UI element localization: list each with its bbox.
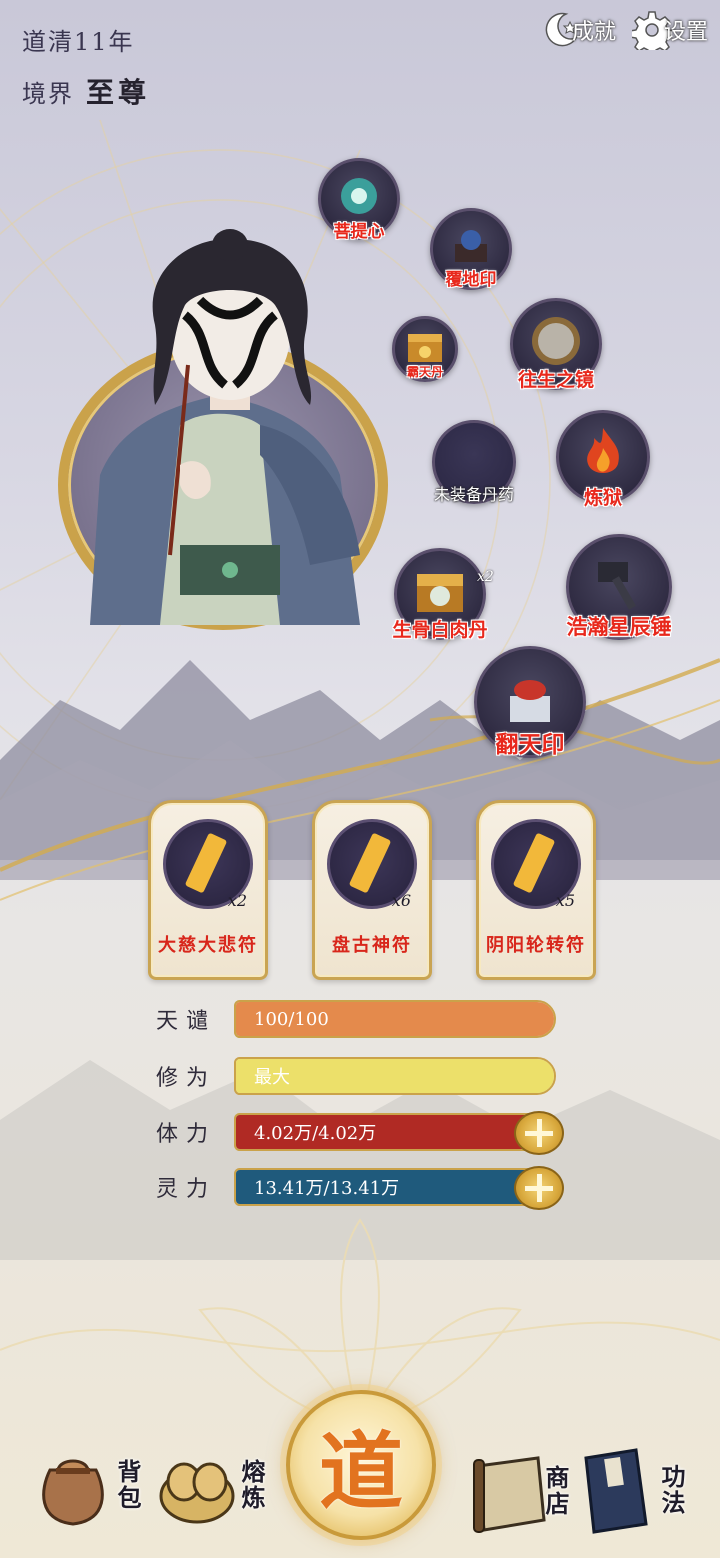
equip-label: 霸天丹 [406, 365, 444, 379]
dao-glyph: 道 [318, 1421, 403, 1521]
stat-tianqian: 天谴 100/100 [156, 1000, 556, 1038]
equip-label: 覆地印 [445, 270, 497, 290]
stat-bar: 13.41万/13.41万 [234, 1166, 564, 1210]
achievements-label: 成就 [572, 20, 617, 45]
equip-slot-shenggu[interactable]: x2 生骨白肉丹 [392, 548, 494, 641]
equip-slot-nidan[interactable]: 霸天丹 [392, 316, 458, 382]
realm-label: 境界 [22, 80, 74, 108]
flame-icon [587, 428, 619, 474]
nav-smelt[interactable]: 熔炼 [154, 1440, 269, 1530]
nav-skills-label: 功法 [657, 1464, 686, 1516]
stat-xiuwei: 修为 最大 [156, 1057, 556, 1095]
heaven-seal-icon [510, 679, 550, 722]
stat-value: 最大 [254, 1067, 290, 1088]
equip-slot-wangsheng[interactable]: 往生之镜 [510, 298, 602, 391]
equip-label: 往生之镜 [517, 369, 595, 391]
talisman-count: x6 [391, 891, 411, 910]
character-avatar[interactable] [60, 225, 390, 625]
stat-value: 4.02万/4.02万 [254, 1123, 377, 1144]
achievements-button[interactable]: 成就 [540, 10, 616, 50]
talisman-name: 盘古神符 [332, 935, 412, 956]
nav-bag-label: 背包 [113, 1459, 142, 1511]
stat-label: 灵力 [156, 1177, 217, 1202]
talisman-count: x2 [227, 891, 247, 910]
realm-value: 至尊 [86, 76, 151, 109]
talisman-name: 阴阳轮转符 [486, 935, 586, 956]
equip-slot-empty-pill[interactable]: 未装备丹药 [432, 420, 516, 504]
talisman-card[interactable]: x6 盘古神符 [312, 800, 432, 980]
add-stamina-button[interactable] [514, 1111, 564, 1155]
equip-slot-puti[interactable]: 菩提心 [318, 158, 400, 242]
talisman-card[interactable]: x2 大慈大悲符 [148, 800, 268, 980]
equip-label: 未装备丹药 [433, 485, 515, 504]
hammer-icon [598, 562, 636, 610]
stat-lingli: 灵力 13.41万/13.41万 [156, 1166, 564, 1210]
book-icon [584, 1448, 648, 1534]
lotus-smelt-icon [159, 1462, 235, 1524]
nav-skills[interactable]: 功法 [576, 1444, 689, 1536]
bodhi-orb-icon [341, 177, 377, 214]
stat-label: 天谴 [156, 1009, 217, 1034]
equip-slot-fudi[interactable]: 覆地印 [430, 208, 512, 290]
equip-label: 炼狱 [583, 487, 623, 509]
equip-label: 菩提心 [333, 222, 385, 242]
equip-slot-fantian[interactable]: 翻天印 [474, 646, 586, 758]
stat-label: 修为 [156, 1066, 217, 1091]
stat-label: 体力 [156, 1122, 217, 1147]
equip-label: 翻天印 [495, 731, 565, 758]
game-year: 道清11年 [22, 28, 135, 56]
settings-button[interactable]: 设置 [632, 10, 708, 50]
equip-slot-lianyu[interactable]: 炼狱 [556, 410, 650, 509]
nav-shop-label: 商店 [541, 1465, 570, 1517]
equip-label: 生骨白肉丹 [392, 619, 488, 641]
bag-icon [42, 1459, 104, 1526]
nav-shop[interactable]: 商店 [468, 1446, 573, 1536]
player-status: 道清11年 境界 至尊 [22, 22, 150, 111]
equip-label: 浩瀚星辰锤 [566, 614, 672, 639]
talisman-count: x5 [555, 891, 575, 910]
dao-main-button[interactable]: 道 [286, 1390, 436, 1540]
equip-slot-haohan[interactable]: 浩瀚星辰锤 [566, 534, 672, 640]
stat-value: 13.41万/13.41万 [254, 1178, 400, 1199]
stat-bar: 4.02万/4.02万 [234, 1111, 564, 1155]
nav-bag[interactable]: 背包 [30, 1440, 145, 1530]
mirror-icon [532, 316, 580, 365]
add-spirit-button[interactable] [514, 1166, 564, 1210]
stat-bar: 最大 [234, 1057, 556, 1095]
stat-value: 100/100 [254, 1008, 329, 1030]
equip-count: x2 [477, 569, 494, 585]
pill-chest-icon [417, 573, 463, 612]
stat-tili: 体力 4.02万/4.02万 [156, 1111, 564, 1155]
talisman-card[interactable]: x5 阴阳轮转符 [476, 800, 596, 980]
stat-bar: 100/100 [234, 1000, 556, 1038]
nav-smelt-label: 熔炼 [237, 1459, 266, 1511]
talisman-name: 大慈大悲符 [158, 935, 258, 956]
settings-label: 设置 [664, 20, 709, 45]
